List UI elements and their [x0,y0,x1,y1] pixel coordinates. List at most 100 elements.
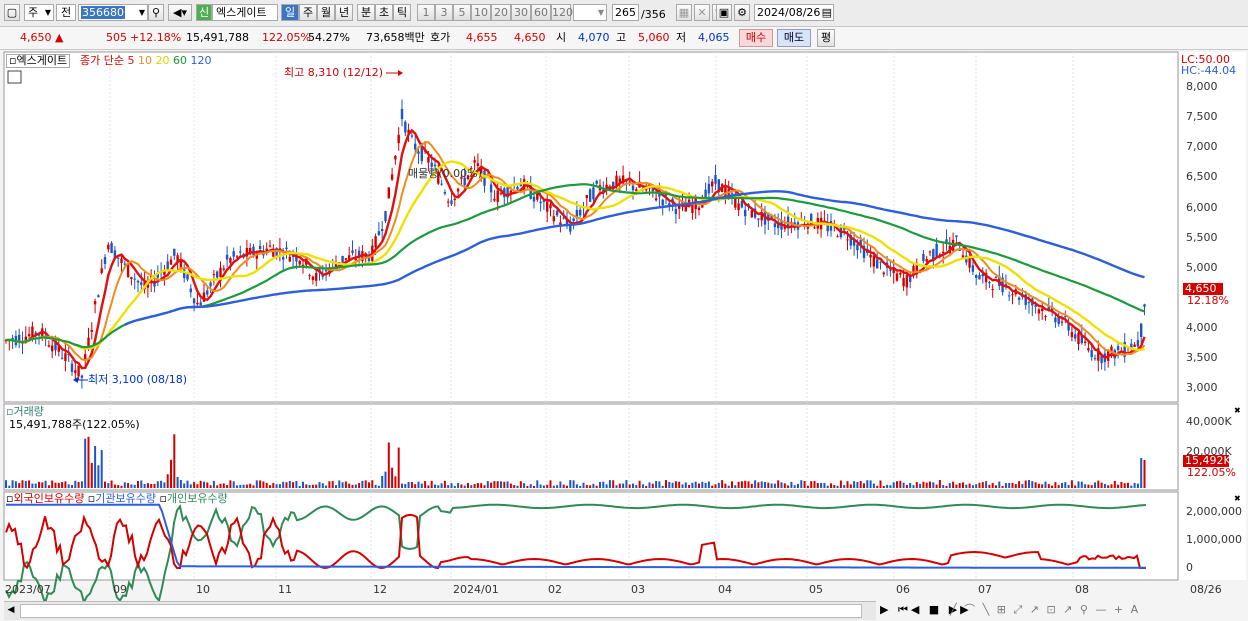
date-input[interactable]: 2024/08/26 ▤ [754,4,834,21]
close-panel-icon[interactable]: ✖ [1234,405,1241,417]
volume-bar [585,484,588,488]
candle-body [994,276,998,278]
search-icon[interactable]: ⚲ [148,4,164,21]
chevron-down-icon: ▼ [138,8,145,17]
volume-bar [1028,480,1030,488]
volume-bar [443,480,446,488]
market-select[interactable]: 주 ▼ [24,4,54,21]
volume-bar [176,476,179,488]
scroll-thumb[interactable] [20,604,862,618]
volume-bar [823,482,826,488]
volume-bar [328,481,331,488]
candle-body [978,275,981,280]
candle-body [935,243,938,257]
candle-body [51,345,54,352]
x-tick: 2024/01 [453,583,499,596]
candle-body [1090,349,1093,358]
minute-60[interactable]: 60 [531,4,551,21]
eval-button[interactable]: 평 [817,29,835,47]
volume-bar [137,481,139,488]
period-minute[interactable]: 분 [357,4,375,21]
volume-bar [315,484,318,488]
volume-bar [1057,485,1060,488]
type-select[interactable]: 전 [56,4,76,21]
period-day[interactable]: 일 [281,4,299,21]
volume-bar [760,481,763,488]
volume-bar [892,482,895,488]
minute-10[interactable]: 10 [471,4,491,21]
volume-bar [1074,485,1077,488]
gear-icon[interactable]: ⚙ [734,4,750,21]
crosshair-icon[interactable]: ✕ [694,4,710,21]
panel-stock-name[interactable]: ▫엑스게이트 [6,54,71,68]
low-label: 저 [676,31,687,44]
candle-body [674,208,678,215]
code-input[interactable]: 356680 ▼ [78,4,148,21]
minute-20[interactable]: 20 [491,4,511,21]
period-tick[interactable]: 틱 [393,4,411,21]
volume-bar [265,482,268,488]
volume-bar [54,482,57,488]
period-month[interactable]: 월 [317,4,335,21]
price-panel[interactable] [3,51,1179,403]
scroll-left-icon[interactable]: ◀ [4,602,18,619]
minute-30[interactable]: 30 [511,4,531,21]
candle-body [381,229,384,232]
close-panel-icon[interactable]: ✖ [1234,493,1241,505]
candle-body [1011,294,1014,296]
minute-120[interactable]: 120 [551,4,573,21]
candle-body [1017,297,1021,300]
volume-bar [341,482,344,488]
period-week[interactable]: 주 [299,4,317,21]
candle-body [546,201,549,212]
volume-bar [948,483,951,488]
minute-5[interactable]: 5 [453,4,471,21]
ma-20: 20 [155,54,170,67]
volume-bar [424,481,427,488]
volume-bar [127,483,130,488]
volume-bar [38,481,40,488]
candle-body [1037,309,1041,314]
candle-body [90,329,93,332]
grid-icon[interactable]: ▦ [676,4,692,21]
volume-bar [1090,485,1093,488]
minute-3[interactable]: 3 [435,4,453,21]
period-year[interactable]: 년 [335,4,353,21]
drawing-tools[interactable]: ╱ ⌒ ╲ ⊞ ⤢ ↗ ⊡ ↗ ⚲ — + A [950,604,1140,616]
save-icon[interactable]: ▣ [716,4,732,21]
calendar-icon[interactable]: ▤ [822,5,832,20]
volume-bar [358,482,361,488]
volume-bar [44,480,47,488]
volume-bar [579,485,582,488]
volume-bar [698,483,700,488]
volume-bar [731,481,733,488]
volume-bar [199,480,202,488]
horizontal-scrollbar[interactable]: ◀ [4,601,876,620]
volume-ratio: 122.05% [262,31,311,44]
sell-button[interactable]: 매도 [777,29,811,47]
y-tick: 8,000 [1186,80,1218,93]
volume-bar [222,483,225,488]
candle-body [588,189,592,202]
window-icon[interactable]: ▢ [4,4,20,21]
candle-body [120,258,123,264]
volume-bar [1100,482,1103,488]
volume-panel[interactable] [3,403,1179,491]
volume-bar [387,442,390,488]
table-toggle-icon[interactable] [7,70,22,84]
candle-body [443,191,447,194]
minute-1[interactable]: 1 [417,4,435,21]
volume-bar [668,481,671,488]
interval-select[interactable]: ▼ [573,4,607,21]
candle-body [730,193,734,195]
volume-bar [747,481,750,488]
buy-button[interactable]: 매수 [739,29,773,47]
period-second[interactable]: 초 [375,4,393,21]
candle-body [882,272,885,275]
volume-bar [437,485,440,488]
count-input[interactable]: 265 [612,4,639,21]
volume-bar [810,481,813,488]
speaker-icon[interactable]: ◀▾ [168,4,192,21]
candle-body [74,370,77,374]
volume-bar [229,480,232,488]
